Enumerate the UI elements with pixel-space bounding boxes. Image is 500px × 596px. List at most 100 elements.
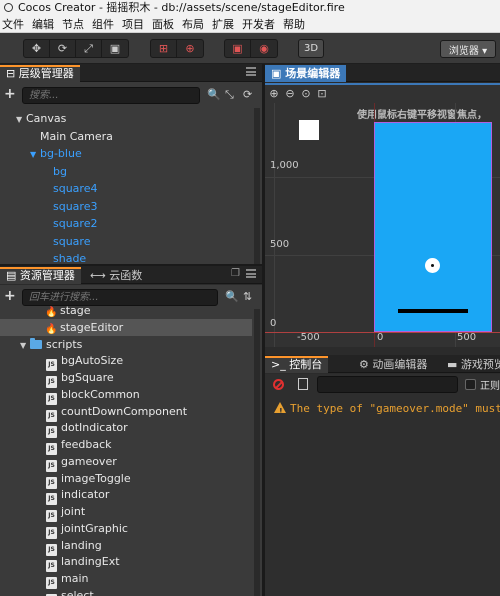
asset-item-bgautosize[interactable]: JS bgAutoSize: [0, 352, 252, 372]
hierarchy-search-row: + 搜索... 🔍 ⤡ ⟳: [0, 85, 262, 107]
tree-node-bg-blue[interactable]: ▼ bg-blue: [0, 145, 82, 162]
asset-item-main[interactable]: JS main: [0, 570, 252, 589]
tab-scene-editor[interactable]: ▣ 场景编辑器: [265, 65, 347, 82]
scene-hint-text: 使用鼠标右键平移视窗焦点，: [357, 110, 487, 121]
tree-node-square[interactable]: square: [0, 233, 90, 250]
assets-scrollbar[interactable]: [254, 309, 260, 596]
asset-item-label: landing: [61, 538, 102, 552]
3d-toggle-button[interactable]: 3D: [298, 39, 324, 58]
asset-item-joint[interactable]: JS joint: [0, 503, 252, 522]
menu-layout[interactable]: 布局: [180, 16, 210, 32]
refresh-icon[interactable]: ◉: [251, 40, 277, 57]
asset-item-label: blockCommon: [61, 387, 140, 401]
asset-item-feedback[interactable]: JS feedback: [0, 436, 252, 455]
menu-panel[interactable]: 面板: [150, 16, 180, 32]
preview-icon[interactable]: ▣: [225, 40, 251, 57]
console-warning-line[interactable]: The type of "gameover.mode" must: [265, 400, 500, 421]
asset-item-select[interactable]: JSselect: [0, 587, 252, 596]
open-log-icon[interactable]: [298, 378, 308, 390]
asset-item-landing[interactable]: JS landing: [0, 537, 252, 556]
y-axis-label: 500: [270, 239, 290, 250]
menu-file[interactable]: 文件: [0, 16, 30, 32]
menu-help[interactable]: 帮助: [281, 16, 311, 32]
ball-node[interactable]: [425, 258, 440, 273]
assets-menu-icon[interactable]: [246, 269, 256, 278]
expand-arrow-icon[interactable]: ▼: [30, 146, 40, 163]
paddle-node[interactable]: [398, 309, 468, 313]
canvas-frame[interactable]: [374, 122, 492, 332]
tree-node-main-camera[interactable]: Main Camera: [0, 128, 113, 145]
zoom-reset-icon[interactable]: ⊙: [299, 87, 313, 101]
expand-arrow-icon[interactable]: ▼: [20, 337, 30, 354]
assets-tabbar: ▤ 资源管理器 ⟷ 云函数 ❐: [0, 266, 262, 284]
menu-project[interactable]: 项目: [120, 16, 150, 32]
asset-item-label: bgSquare: [61, 371, 114, 384]
tree-node-square2[interactable]: square2: [0, 215, 97, 232]
refresh-icon[interactable]: ⟳: [243, 88, 252, 101]
asset-item-imagetoggle[interactable]: JS imageToggle: [0, 470, 252, 489]
tab-animation-editor[interactable]: ⚙ 动画编辑器: [353, 356, 433, 373]
move-tool-icon[interactable]: ✥: [24, 40, 50, 57]
scale-tool-icon[interactable]: ⤢: [76, 40, 102, 57]
white-square-node[interactable]: [299, 120, 319, 140]
popout-icon[interactable]: ❐: [231, 268, 240, 279]
tree-node-square3[interactable]: square3: [0, 198, 97, 215]
asset-item-stageeditor[interactable]: 🔥 stageEditor: [0, 318, 252, 336]
hierarchy-tabbar: ⊟ 层级管理器: [0, 64, 262, 82]
menu-node[interactable]: 节点: [60, 16, 90, 32]
scene-tabbar: ▣ 场景编辑器: [265, 64, 500, 82]
console-message: The type of "gameover.mode" must: [290, 402, 500, 415]
regex-checkbox[interactable]: [465, 379, 476, 390]
asset-item-jointgraphic[interactable]: JS jointGraphic: [0, 520, 252, 539]
tab-cloud-functions[interactable]: ⟷ 云函数: [84, 267, 148, 284]
tab-game-preview[interactable]: ▬ 游戏预览: [441, 356, 500, 373]
hierarchy-search-input[interactable]: 搜索...: [22, 87, 200, 104]
asset-item-scripts[interactable]: ▼ scripts: [0, 336, 252, 353]
zoom-in-icon[interactable]: ⊕: [267, 87, 281, 101]
tree-node-shade[interactable]: shade: [0, 250, 86, 264]
tree-node-square4[interactable]: square4: [0, 180, 97, 197]
fire-icon: 🔥: [45, 323, 58, 335]
menu-component[interactable]: 组件: [90, 16, 120, 32]
console-panel: 正则 The type of "gameover.mode" must: [265, 374, 500, 596]
hierarchy-menu-icon[interactable]: [246, 67, 256, 76]
tab-assets[interactable]: ▤ 资源管理器: [0, 267, 81, 284]
menu-extension[interactable]: 扩展: [210, 16, 240, 32]
asset-item-label: scripts: [46, 337, 83, 351]
browser-select[interactable]: 浏览器 ▾: [440, 40, 496, 58]
menu-developer[interactable]: 开发者: [240, 16, 281, 32]
asset-item-gameover[interactable]: JS gameover: [0, 453, 252, 472]
asset-item-label: joint: [61, 505, 86, 518]
tree-node-bg[interactable]: bg: [0, 163, 67, 180]
locate-icon[interactable]: ⤡: [225, 88, 234, 102]
asset-item-landingext[interactable]: JS landingExt: [0, 553, 252, 573]
play-tool-group: ▣ ◉: [224, 39, 278, 58]
title-bar: Cocos Creator - 摇摇积木 - db://assets/scene…: [0, 0, 500, 15]
zoom-out-icon[interactable]: ⊖: [283, 87, 297, 101]
zoom-fit-icon[interactable]: ⊡: [315, 87, 329, 101]
expand-arrow-icon[interactable]: ▼: [16, 111, 26, 128]
add-node-icon[interactable]: +: [4, 86, 16, 102]
center-icon[interactable]: ⊕: [177, 40, 203, 57]
tab-hierarchy[interactable]: ⊟ 层级管理器: [0, 65, 80, 82]
pivot-icon[interactable]: ⊞: [151, 40, 177, 57]
asset-item-stage[interactable]: 🔥 stage: [0, 302, 252, 319]
tree-node-canvas[interactable]: ▼ Canvas: [0, 110, 66, 127]
console-filter-input[interactable]: [317, 376, 458, 393]
tab-console[interactable]: >_ 控制台: [265, 356, 329, 373]
hierarchy-scrollbar[interactable]: [254, 108, 260, 264]
assets-panel: + 回车进行搜索... 🔍 ⇅ 🔥 stage 🔥 stageEditor ▼ scrip…: [0, 285, 262, 596]
search-icon[interactable]: 🔍: [207, 88, 221, 101]
grid-line: [274, 103, 275, 347]
scene-viewport[interactable]: ⊕ ⊖ ⊙ ⊡ 使用鼠标右键平移视窗焦点， 1,000 500 0 -500 0…: [265, 85, 500, 347]
asset-item-dotindicator[interactable]: JS dotIndicator: [0, 419, 252, 439]
asset-item-bgsquare[interactable]: JS bgSquare: [0, 369, 252, 388]
rect-tool-icon[interactable]: ▣: [102, 40, 128, 57]
rotate-tool-icon[interactable]: ⟳: [50, 40, 76, 57]
clear-console-icon[interactable]: [273, 379, 284, 390]
fire-icon: 🔥: [45, 307, 58, 318]
asset-item-blockcommon[interactable]: JS blockCommon: [0, 386, 252, 405]
asset-item-countdowncomponent[interactable]: JS countDownComponent: [0, 403, 252, 422]
menu-edit[interactable]: 编辑: [30, 16, 60, 32]
asset-item-indicator[interactable]: JS indicator: [0, 486, 252, 506]
